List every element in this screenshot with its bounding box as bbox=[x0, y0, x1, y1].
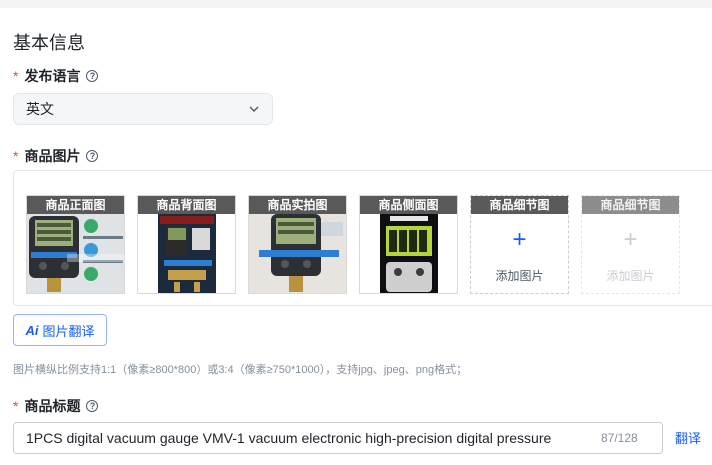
language-label: 发布语言 bbox=[24, 68, 81, 84]
title-translate-link[interactable]: 翻译 bbox=[675, 428, 701, 447]
title-label-row: * 商品标题 ? bbox=[13, 396, 99, 416]
ai-icon: Ai bbox=[25, 322, 39, 338]
language-label-row: * 发布语言 ? bbox=[13, 66, 99, 86]
add-image-label: 添加图片 bbox=[606, 269, 655, 283]
image-caption: 商品细节图 bbox=[582, 196, 679, 214]
image-caption: 商品侧面图 bbox=[360, 196, 457, 214]
product-title-input[interactable]: 1PCS digital vacuum gauge VMV-1 vacuum e… bbox=[13, 422, 663, 454]
language-select-value: 英文 bbox=[26, 101, 54, 117]
section-title: 基本信息 bbox=[13, 33, 85, 53]
image-caption: 商品背面图 bbox=[138, 196, 235, 214]
add-image-slot-disabled: 商品细节图 + 添加图片 bbox=[581, 195, 680, 294]
required-mark: * bbox=[13, 398, 19, 414]
product-image-front[interactable]: 商品正面图 bbox=[26, 195, 125, 294]
chevron-down-icon bbox=[248, 103, 260, 115]
product-photo bbox=[249, 214, 346, 293]
product-title-value: 1PCS digital vacuum gauge VMV-1 vacuum e… bbox=[26, 430, 552, 446]
add-image-label: 添加图片 bbox=[495, 269, 544, 283]
plus-icon: + bbox=[512, 226, 527, 253]
char-counter: 87/128 bbox=[601, 431, 638, 445]
product-image-back[interactable]: 商品背面图 bbox=[137, 195, 236, 294]
question-circle-icon[interactable]: ? bbox=[86, 70, 99, 82]
image-translate-button[interactable]: Ai 图片翻译 bbox=[13, 314, 107, 346]
image-caption: 商品实拍图 bbox=[249, 196, 346, 214]
image-translate-label: 图片翻译 bbox=[42, 323, 95, 339]
product-photo bbox=[27, 214, 124, 293]
top-divider-strip bbox=[0, 0, 712, 8]
required-mark: * bbox=[13, 68, 19, 84]
question-circle-icon[interactable]: ? bbox=[86, 150, 99, 162]
images-label: 商品图片 bbox=[24, 148, 81, 164]
image-format-hint: 图片横纵比例支持1:1（像素≥800*800）或3:4（像素≥750*1000）… bbox=[13, 364, 468, 376]
plus-icon: + bbox=[623, 226, 638, 253]
add-image-slot[interactable]: 商品细节图 + 添加图片 bbox=[470, 195, 569, 294]
product-image-side[interactable]: 商品侧面图 bbox=[359, 195, 458, 294]
product-image-real[interactable]: 商品实拍图 bbox=[248, 195, 347, 294]
product-photo bbox=[138, 214, 235, 293]
question-circle-icon[interactable]: ? bbox=[86, 400, 99, 412]
title-label: 商品标题 bbox=[24, 398, 81, 414]
language-select[interactable]: 英文 bbox=[13, 93, 273, 125]
image-caption: 商品正面图 bbox=[27, 196, 124, 214]
image-caption: 商品细节图 bbox=[471, 196, 568, 214]
required-mark: * bbox=[13, 148, 19, 164]
product-photo bbox=[360, 214, 457, 293]
images-label-row: * 商品图片 ? bbox=[13, 146, 99, 166]
